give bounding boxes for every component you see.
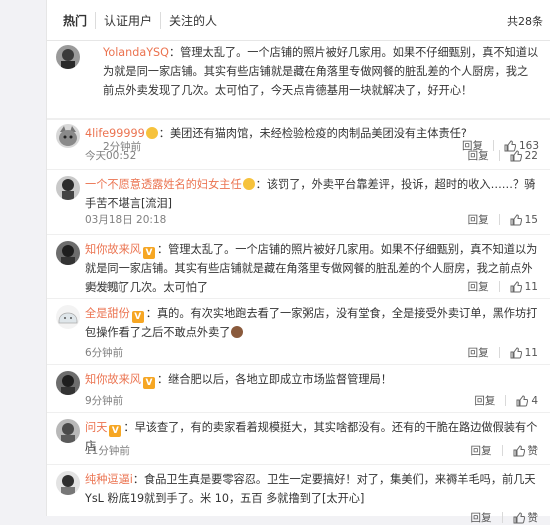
like-count: 15	[524, 213, 538, 226]
divider	[498, 150, 500, 161]
avatar[interactable]	[56, 176, 80, 200]
avatar[interactable]	[56, 471, 80, 495]
comment-item: 问天 V ：早该查了，有的卖家看着规模挺大，其实啥都没有。还有的干脆在路边做假装有个…	[47, 413, 550, 465]
like-count: 4	[531, 394, 538, 407]
tab-hot[interactable]: 热门	[55, 12, 95, 29]
divider	[501, 512, 503, 523]
comment-text: ：继合肥以后，各地立即成立市场监督管理局！	[156, 373, 392, 386]
comment-time: 9分钟前	[85, 281, 124, 293]
comment-item: 一个不愿意透露姓名的妇女主任 ：该罚了，外卖平台靠差评，投诉，超时的收入……？骑手…	[47, 170, 550, 235]
thumbs-up-icon	[513, 511, 525, 523]
avatar[interactable]	[56, 305, 80, 329]
vip-badge-icon: V	[131, 311, 144, 323]
comment-item: 4life99999 ：美团还有猫肉馆，未经检验检疫的肉制品美团没有主体责任? 今…	[47, 119, 550, 170]
comment-time: 11分钟前	[85, 445, 130, 457]
comment-username[interactable]: 纯种逗逼i	[85, 473, 133, 486]
comment-username[interactable]: 知你故来风	[85, 243, 141, 256]
divider	[498, 281, 500, 292]
reply-button[interactable]: 回复	[468, 212, 489, 227]
like-count: 赞	[527, 445, 539, 457]
comment-text: ：食品卫生真是要零容忍。卫生一定要搞好！对了，集美们，来褥羊毛吗，前几天YsL …	[85, 473, 536, 505]
thumbs-up-icon	[510, 213, 522, 225]
divider	[501, 445, 503, 456]
reply-button[interactable]: 回复	[471, 510, 492, 525]
vip-badge-icon: V	[142, 377, 155, 389]
vip-badge-icon: V	[109, 425, 122, 437]
tab-verified-users[interactable]: 认证用户	[95, 11, 160, 29]
comment-username[interactable]: 知你故来风	[85, 373, 141, 386]
comment-username[interactable]: 问天	[85, 421, 107, 434]
comment-username[interactable]: 一个不愿意透露姓名的妇女主任	[85, 178, 242, 191]
comment-time: 今天00:52	[85, 150, 137, 162]
comment-text: ：美团还有猫肉馆，未经检验检疫的肉制品美团没有主体责任?	[158, 127, 467, 140]
like-button[interactable]: 11	[510, 347, 538, 359]
like-count: 11	[524, 346, 538, 359]
reply-button[interactable]: 回复	[468, 345, 489, 360]
comment-item: 全是甜份 V ：真的。有次实地跑去看了一家粥店，没有堂食，全是接受外卖订单，黑作坊打…	[47, 299, 550, 365]
comment-text: ：早该查了，有的卖家看着规模挺大，其实啥都没有。还有的干脆在路边做假装有个店	[85, 421, 538, 453]
emoji-icon	[242, 178, 255, 190]
comment-item: 纯种逗逼i：食品卫生真是要零容忍。卫生一定要搞好！对了，集美们，来褥羊毛吗，前几…	[47, 465, 550, 524]
like-button[interactable]: 赞	[513, 443, 539, 458]
tab-followed[interactable]: 关注的人	[160, 11, 225, 29]
like-button[interactable]: 15	[510, 214, 538, 226]
face-emoji-icon	[231, 326, 244, 338]
emoji-icon	[145, 127, 158, 139]
comment-time: 6分钟前	[85, 347, 124, 359]
thumbs-up-icon	[510, 149, 522, 161]
comment-username[interactable]: 4life99999	[85, 127, 145, 140]
avatar[interactable]	[56, 419, 80, 443]
divider	[505, 395, 507, 406]
like-button[interactable]: 11	[510, 281, 538, 293]
thumbs-up-icon	[510, 346, 522, 358]
reply-button[interactable]: 回复	[471, 443, 492, 458]
comment-tabs: 热门 认证用户 关注的人 共28条	[47, 0, 550, 41]
avatar[interactable]	[56, 124, 80, 148]
thumbs-up-icon	[510, 280, 522, 292]
reply-button[interactable]: 回复	[474, 393, 495, 408]
comment-count: 共28条	[507, 15, 543, 28]
reply-button[interactable]: 回复	[468, 148, 489, 163]
comment-item: YolandaYSQ：管理太乱了。一个店铺的照片被好几家用。如果不仔细甄别，真不…	[47, 41, 550, 153]
thumbs-up-icon	[513, 444, 525, 456]
comment-username[interactable]: 全是甜份	[85, 307, 130, 320]
reply-button[interactable]: 回复	[468, 279, 489, 294]
like-button[interactable]: 22	[510, 150, 538, 162]
comment-item: 知你故来风 V ：继合肥以后，各地立即成立市场监督管理局！ 9分钟前 回复 4	[47, 365, 550, 413]
like-count: 22	[524, 149, 538, 162]
avatar[interactable]	[56, 45, 80, 69]
like-count: 11	[524, 280, 538, 293]
avatar[interactable]	[56, 371, 80, 395]
comment-text: ：真的。有次实地跑去看了一家粥店，没有堂食，全是接受外卖订单，黑作坊打包操作看了…	[85, 307, 538, 339]
thumbs-up-icon	[516, 394, 529, 406]
like-button[interactable]: 赞	[513, 510, 539, 525]
divider	[498, 347, 500, 358]
comment-item: 知你故来风 V ：管理太乱了。一个店铺的照片被好几家用。如果不仔细甄别，真不知道以为…	[47, 235, 550, 299]
comment-username[interactable]: YolandaYSQ	[103, 46, 169, 59]
vip-badge-icon: V	[142, 247, 155, 259]
comment-time: 03月18日 20:18	[85, 214, 167, 226]
avatar[interactable]	[56, 241, 80, 265]
like-count: 赞	[527, 512, 539, 524]
divider	[498, 214, 500, 225]
comment-text: ：管理太乱了。一个店铺的照片被好几家用。如果不仔细甄别，真不知道以为就是同一家店…	[103, 46, 539, 97]
comment-time: 9分钟前	[85, 395, 124, 407]
like-button[interactable]: 4	[516, 395, 538, 407]
